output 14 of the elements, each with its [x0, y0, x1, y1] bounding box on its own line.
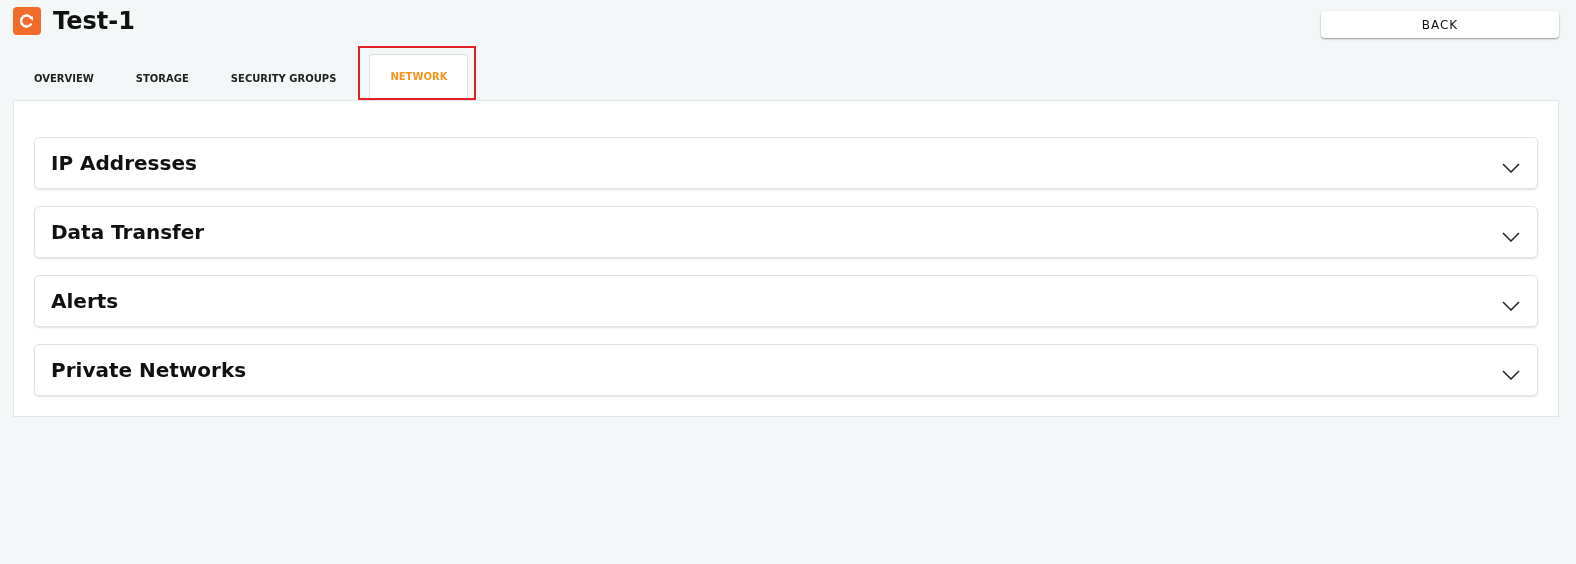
section-title: Alerts	[51, 289, 119, 313]
tab[interactable]: OVERVIEW	[13, 56, 115, 100]
section-title: IP Addresses	[51, 151, 197, 175]
accordion-header[interactable]: Private Networks	[34, 344, 1538, 396]
back-button[interactable]: BACK	[1321, 11, 1559, 38]
accordion-header[interactable]: IP Addresses	[34, 137, 1538, 189]
refresh-logo-icon	[13, 7, 41, 35]
section-title: Data Transfer	[51, 220, 205, 244]
page-title: Test-1	[53, 7, 135, 35]
tab[interactable]: SECURITY GROUPS	[209, 56, 358, 100]
tab[interactable]: STORAGE	[114, 56, 210, 100]
accordion-header[interactable]: Data Transfer	[34, 206, 1538, 258]
accordion-header[interactable]: Alerts	[34, 275, 1538, 327]
section-title: Private Networks	[51, 358, 247, 382]
